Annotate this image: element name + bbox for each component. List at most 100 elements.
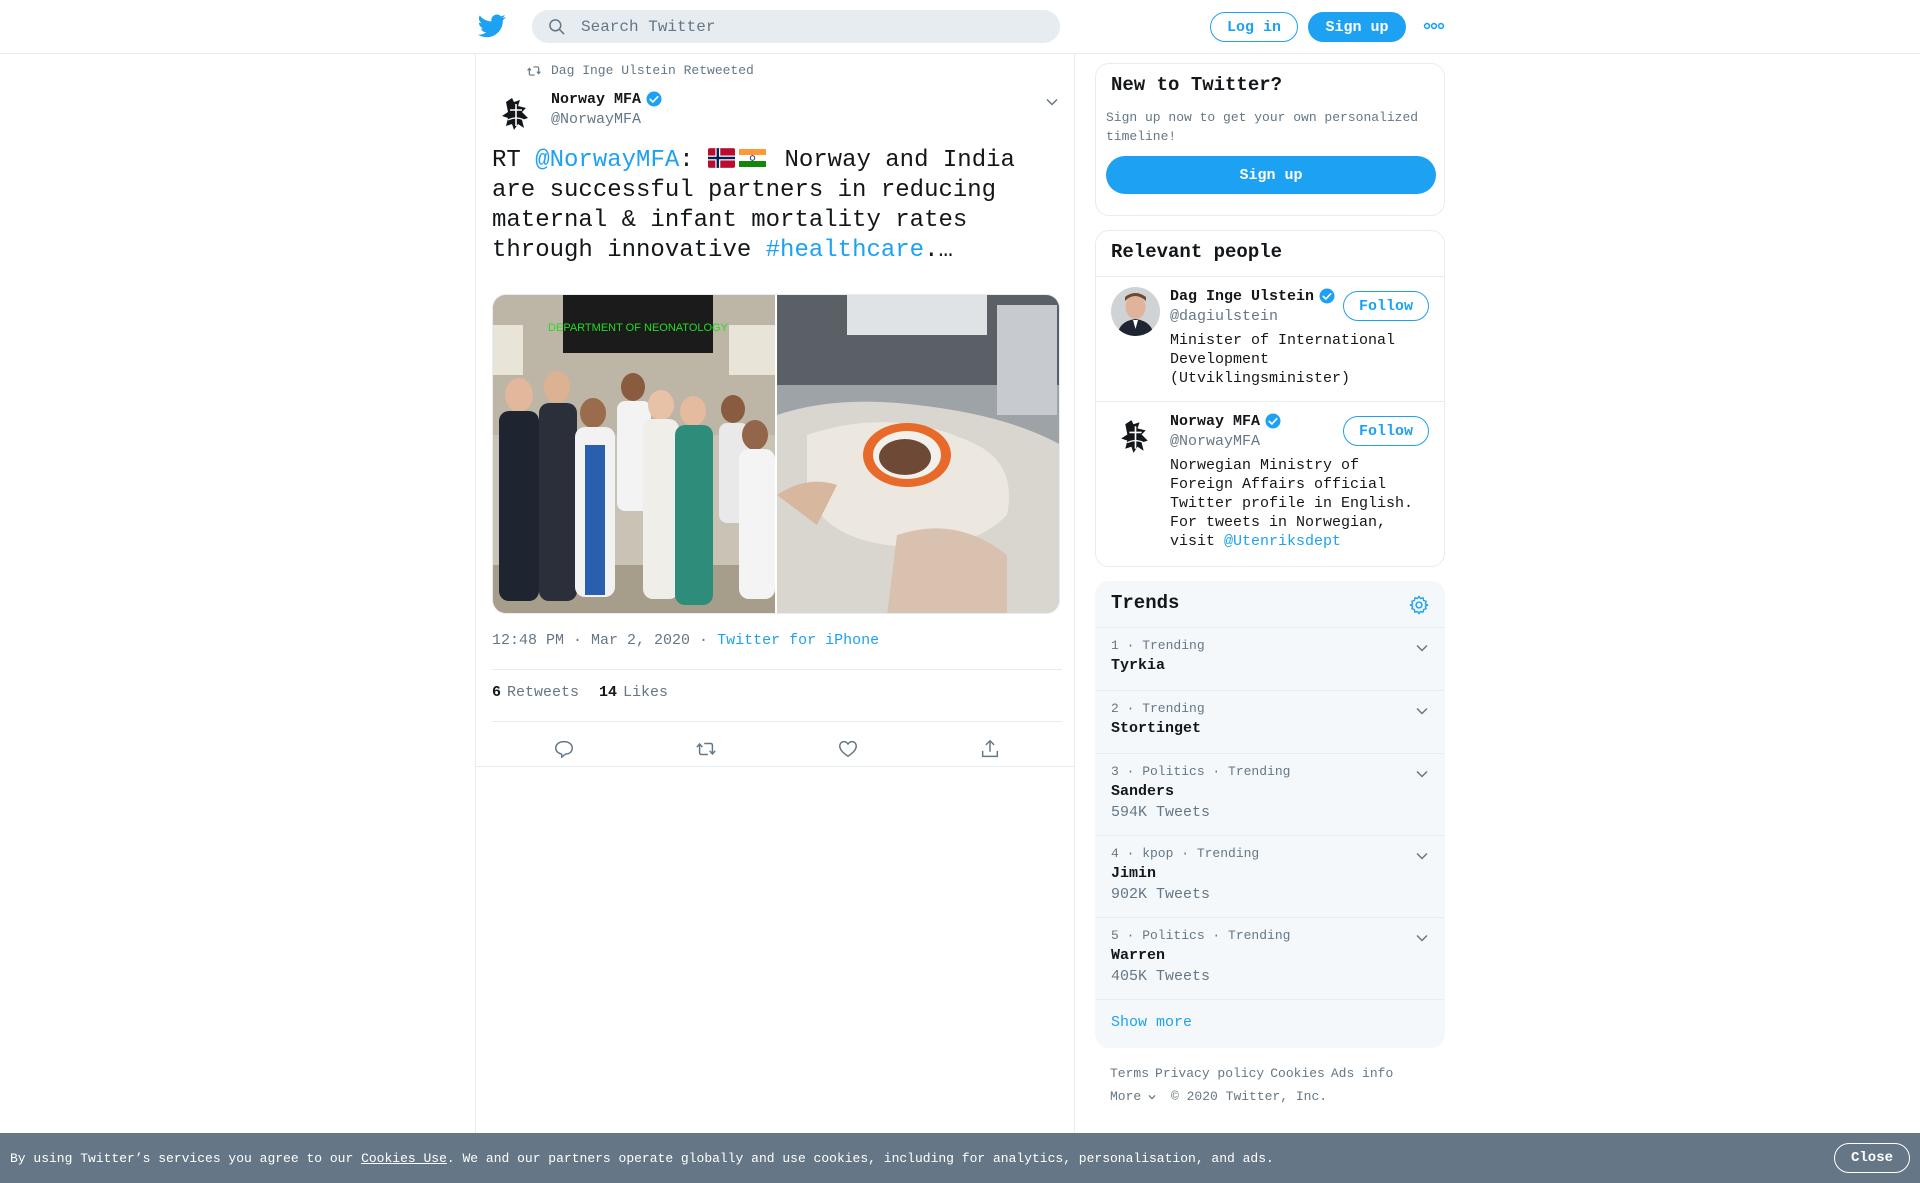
- share-icon[interactable]: [979, 738, 1001, 760]
- cookies-use-link[interactable]: Cookies Use: [361, 1151, 447, 1166]
- trend-name[interactable]: Jimin: [1111, 865, 1429, 882]
- trend-meta: 3 · Politics · Trending: [1111, 764, 1291, 779]
- login-button[interactable]: Log in: [1210, 12, 1298, 42]
- person-name[interactable]: Norway MFA: [1170, 412, 1340, 430]
- relevant-person[interactable]: Norway MFA @NorwayMFA Norwegian Ministry…: [1096, 402, 1444, 566]
- follow-button[interactable]: Follow: [1343, 416, 1429, 446]
- tweet-text-prefix: RT: [492, 147, 536, 174]
- utenriksdept-link[interactable]: @Utenriksdept: [1224, 533, 1341, 550]
- trend-tweet-count: 902K Tweets: [1111, 886, 1211, 903]
- retweets-stat[interactable]: 6 Retweets: [492, 684, 579, 701]
- person-name[interactable]: Dag Inge Ulstein: [1170, 287, 1340, 305]
- norway-flag-icon: [708, 148, 736, 168]
- author-name[interactable]: Norway MFA: [551, 90, 663, 108]
- timestamp[interactable]: 12:48 PM · Mar 2, 2020: [492, 632, 690, 649]
- cookies-link[interactable]: Cookies: [1270, 1066, 1325, 1081]
- cookie-consent-text: By using Twitter’s services you agree to…: [10, 1151, 1274, 1166]
- right-sidebar: New to Twitter? Sign up now to get your …: [1095, 63, 1445, 1108]
- retweeted-indicator: Dag Inge Ulstein Retweeted: [527, 63, 754, 78]
- trend-meta: 2 · Trending: [1111, 701, 1205, 716]
- like-heart-icon[interactable]: [837, 738, 859, 760]
- india-flag-icon: [739, 148, 767, 168]
- trend-item[interactable]: 1 · Trending Tyrkia: [1096, 628, 1444, 691]
- verified-badge-icon: [646, 91, 662, 107]
- cookie-consent-bar: By using Twitter’s services you agree to…: [0, 1133, 1920, 1183]
- avatar[interactable]: [492, 90, 540, 138]
- gear-icon[interactable]: [1408, 594, 1430, 616]
- verified-badge-icon: [1319, 288, 1335, 304]
- chevron-down-icon: [1148, 1094, 1156, 1099]
- norway-coat-of-arms-icon: [492, 90, 540, 138]
- retweets-count: 6: [492, 684, 502, 701]
- trend-item[interactable]: 2 · Trending Stortinget: [1096, 691, 1444, 754]
- trends-header: Trends: [1096, 582, 1444, 628]
- trend-name[interactable]: Stortinget: [1111, 720, 1429, 737]
- mention-link[interactable]: @NorwayMFA: [535, 147, 679, 174]
- search-input[interactable]: [579, 16, 1019, 37]
- twitter-bird-logo-icon[interactable]: [478, 14, 506, 38]
- search-icon: [549, 18, 565, 34]
- avatar[interactable]: [1111, 287, 1160, 336]
- likes-count: 14: [599, 684, 618, 701]
- show-more-trends-link[interactable]: Show more: [1096, 1000, 1444, 1047]
- chevron-down-icon[interactable]: [1044, 94, 1060, 110]
- tweet-photo-baby[interactable]: [777, 295, 1059, 613]
- relevant-person[interactable]: Dag Inge Ulstein @dagiulstein Minister o…: [1096, 277, 1444, 402]
- retweeted-by-text[interactable]: Dag Inge Ulstein Retweeted: [551, 63, 754, 78]
- signup-button[interactable]: Sign up: [1308, 12, 1406, 42]
- top-navigation-bar: Log in Sign up: [0, 0, 1920, 54]
- tweet-media-grid: DEPARTMENT OF NEONATOLOGY: [492, 294, 1060, 614]
- follow-button[interactable]: Follow: [1343, 291, 1429, 321]
- more-menu[interactable]: More: [1110, 1085, 1157, 1108]
- person-bio: Minister of International Development (U…: [1170, 332, 1396, 387]
- author-handle[interactable]: @NorwayMFA: [551, 111, 641, 128]
- tweet-actions: [492, 730, 1062, 770]
- trend-name[interactable]: Tyrkia: [1111, 657, 1429, 674]
- trend-name[interactable]: Sanders: [1111, 783, 1429, 800]
- chevron-down-icon[interactable]: [1414, 766, 1430, 782]
- trend-tweet-count: 405K Tweets: [1111, 968, 1211, 985]
- new-to-twitter-title: New to Twitter?: [1111, 74, 1283, 96]
- trends-title: Trends: [1111, 592, 1180, 614]
- likes-stat[interactable]: 14 Likes: [599, 684, 668, 701]
- terms-link[interactable]: Terms: [1110, 1066, 1149, 1081]
- tweet-author: Norway MFA @NorwayMFA: [492, 88, 1062, 138]
- cookie-text-before: By using Twitter’s services you agree to…: [10, 1150, 362, 1166]
- chevron-down-icon[interactable]: [1414, 703, 1430, 719]
- tweet-photo-group[interactable]: DEPARTMENT OF NEONATOLOGY: [493, 295, 775, 613]
- person-name-text[interactable]: Dag Inge Ulstein: [1170, 288, 1314, 305]
- search-box[interactable]: [532, 10, 1060, 43]
- tweet-text-colon: :: [679, 147, 709, 174]
- tweet-stats: 6 Retweets 14 Likes: [492, 684, 668, 701]
- new-to-twitter-card: New to Twitter? Sign up now to get your …: [1095, 63, 1445, 216]
- author-name-text[interactable]: Norway MFA: [551, 91, 641, 108]
- more-options-icon[interactable]: [1423, 19, 1445, 33]
- chevron-down-icon[interactable]: [1414, 640, 1430, 656]
- reply-icon[interactable]: [553, 738, 575, 760]
- chevron-down-icon[interactable]: [1414, 848, 1430, 864]
- trend-meta: 1 · Trending: [1111, 638, 1205, 653]
- privacy-link[interactable]: Privacy policy: [1155, 1066, 1264, 1081]
- ads-info-link[interactable]: Ads info: [1331, 1066, 1393, 1081]
- retweet-small-icon: [527, 65, 541, 76]
- hashtag-link[interactable]: #healthcare: [766, 237, 924, 264]
- cookie-close-button[interactable]: Close: [1834, 1143, 1910, 1173]
- neonatology-sign-text: DEPARTMENT OF NEONATOLOGY: [548, 322, 729, 334]
- timestamp-separator: ·: [690, 632, 718, 649]
- person-name-text[interactable]: Norway MFA: [1170, 413, 1260, 430]
- retweet-icon[interactable]: [695, 738, 717, 760]
- person-bio: Norwegian Ministry of Foreign Affairs of…: [1170, 456, 1429, 551]
- trend-item[interactable]: 5 · Politics · Trending Warren 405K Twee…: [1096, 918, 1444, 1000]
- sidebar-signup-button[interactable]: Sign up: [1106, 156, 1436, 194]
- trend-name[interactable]: Warren: [1111, 947, 1429, 964]
- trend-item[interactable]: 4 · kpop · Trending Jimin 902K Tweets: [1096, 836, 1444, 918]
- more-label: More: [1110, 1089, 1142, 1104]
- client-link[interactable]: Twitter for iPhone: [717, 632, 879, 649]
- relevant-people-title: Relevant people: [1096, 231, 1444, 277]
- trend-item[interactable]: 3 · Politics · Trending Sanders 594K Twe…: [1096, 754, 1444, 836]
- dag-inge-ulstein-avatar-icon: [1111, 287, 1160, 336]
- tweet-timestamp-line: 12:48 PM · Mar 2, 2020 · Twitter for iPh…: [492, 632, 879, 649]
- chevron-down-icon[interactable]: [1414, 930, 1430, 946]
- group-photo-image: DEPARTMENT OF NEONATOLOGY: [493, 295, 775, 613]
- avatar[interactable]: [1111, 412, 1160, 461]
